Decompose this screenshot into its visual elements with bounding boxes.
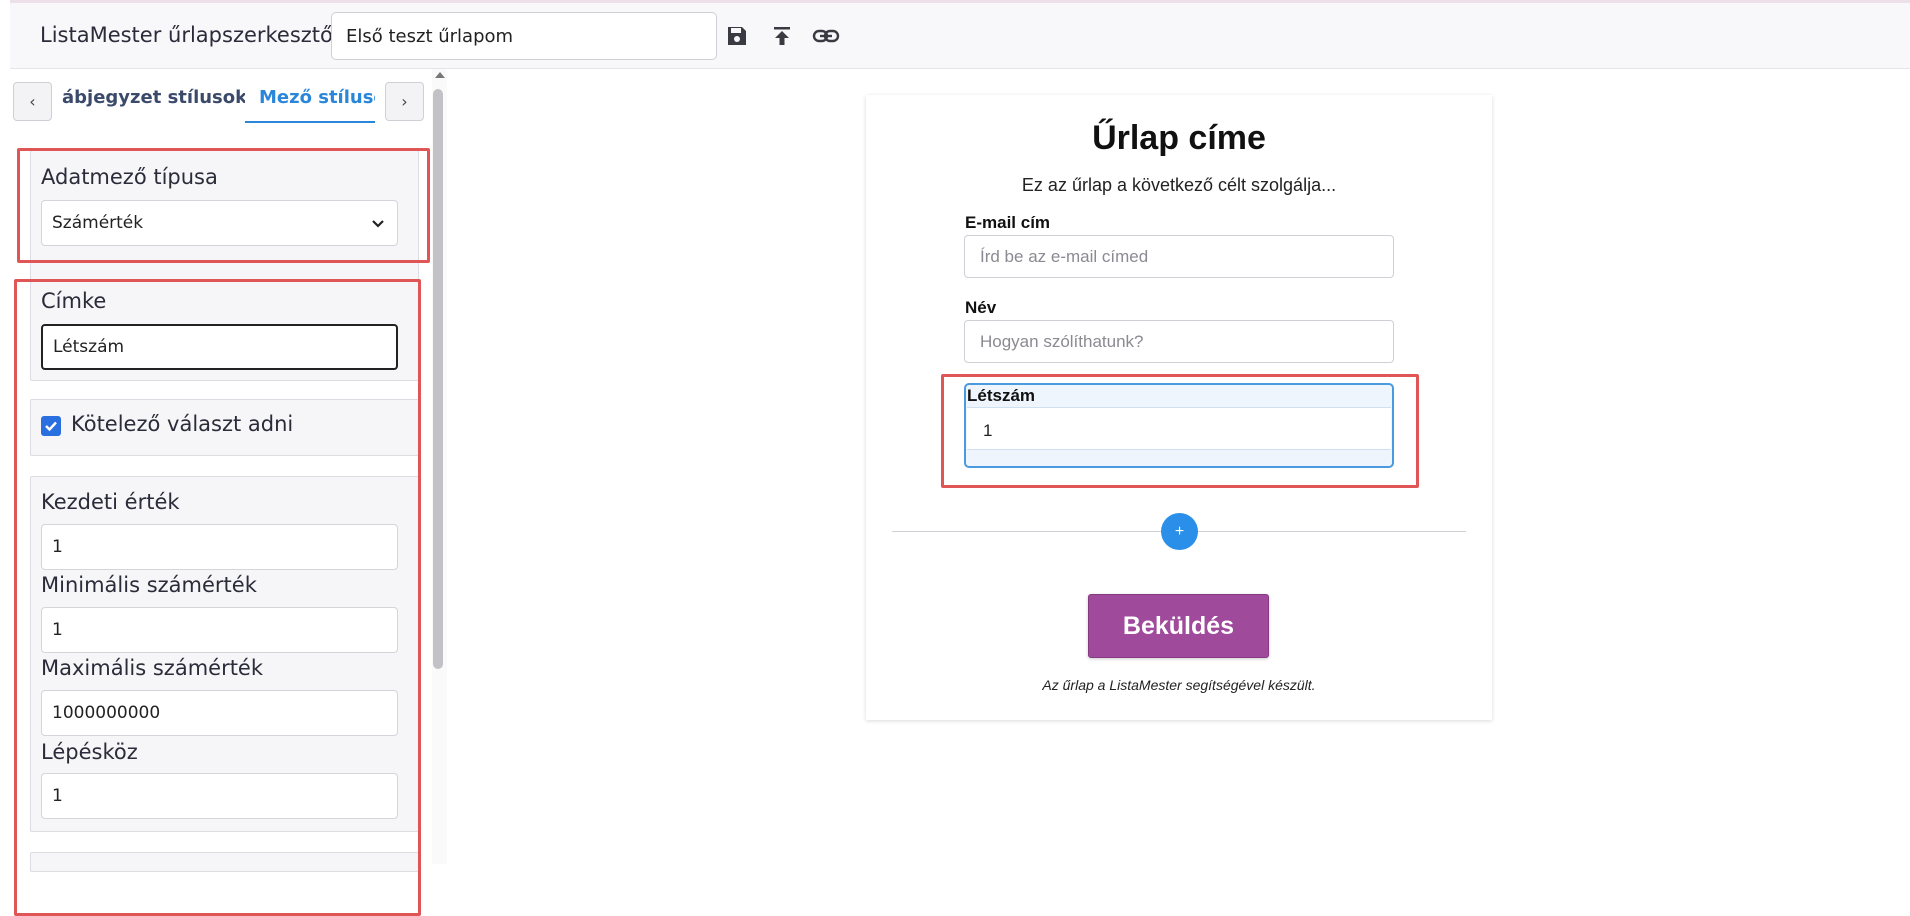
next-section [30, 852, 419, 872]
email-field[interactable] [964, 235, 1394, 278]
scrollbar-thumb[interactable] [433, 89, 443, 669]
tab-prev-button[interactable]: ‹ [13, 82, 52, 121]
field-type-label: Adatmező típusa [41, 165, 218, 189]
field-type-select[interactable]: Számérték [41, 200, 398, 246]
name-field[interactable] [964, 320, 1394, 363]
submit-button[interactable]: Beküldés [1088, 594, 1269, 658]
field-type-value: Számérték [52, 213, 144, 233]
form-name-input[interactable] [331, 12, 717, 60]
scroll-up-arrow-icon[interactable] [435, 72, 445, 78]
form-subtitle[interactable]: Ez az űrlap a következő célt szolgálja..… [866, 175, 1492, 196]
form-footer: Az űrlap a ListaMester segítségével kész… [1042, 677, 1316, 693]
form-title[interactable]: Űrlap címe [866, 119, 1492, 158]
selected-field-label: Létszám [967, 386, 1036, 405]
label-section: Címke [30, 281, 419, 381]
min-value-label: Minimális számérték [41, 573, 257, 597]
link-icon[interactable] [811, 21, 841, 51]
form-preview-card: Űrlap címe Ez az űrlap a következő célt … [866, 95, 1492, 720]
max-value-label: Maximális számérték [41, 656, 264, 680]
upload-icon[interactable] [767, 21, 797, 51]
top-toolbar: ListaMester űrlapszerkesztő: [10, 0, 1910, 69]
initial-value-label: Kezdeti érték [41, 490, 180, 514]
label-field-label: Címke [41, 289, 107, 313]
add-field-button[interactable]: + [1161, 513, 1198, 550]
save-icon[interactable] [722, 21, 752, 51]
selected-field-input[interactable]: 1 [967, 407, 1391, 450]
required-section: Kötelező választ adni [30, 399, 419, 456]
app-title: ListaMester űrlapszerkesztő: [40, 23, 340, 47]
tab-next-button[interactable]: › [385, 82, 424, 121]
name-field-label: Név [965, 298, 997, 317]
tab-field-styles[interactable]: Mező stílusok [245, 87, 375, 123]
initial-value-input[interactable] [41, 524, 398, 570]
step-input[interactable] [41, 773, 398, 819]
required-label: Kötelező választ adni [71, 412, 294, 436]
email-field-label: E-mail cím [965, 213, 1051, 232]
max-value-input[interactable] [41, 690, 398, 736]
label-input[interactable] [41, 324, 398, 370]
settings-panel: ‹ ábjegyzet stílusok Mező stílusok › Ada… [10, 69, 447, 916]
chevron-down-icon [371, 216, 385, 236]
min-value-input[interactable] [41, 607, 398, 653]
selected-field-preview[interactable]: Létszám 1 [964, 383, 1394, 468]
tab-annotation-styles[interactable]: ábjegyzet stílusok [62, 87, 245, 108]
required-checkbox[interactable] [41, 416, 61, 436]
number-settings-section: Kezdeti érték Minimális számérték Maximá… [30, 476, 419, 832]
step-label: Lépésköz [41, 740, 138, 764]
